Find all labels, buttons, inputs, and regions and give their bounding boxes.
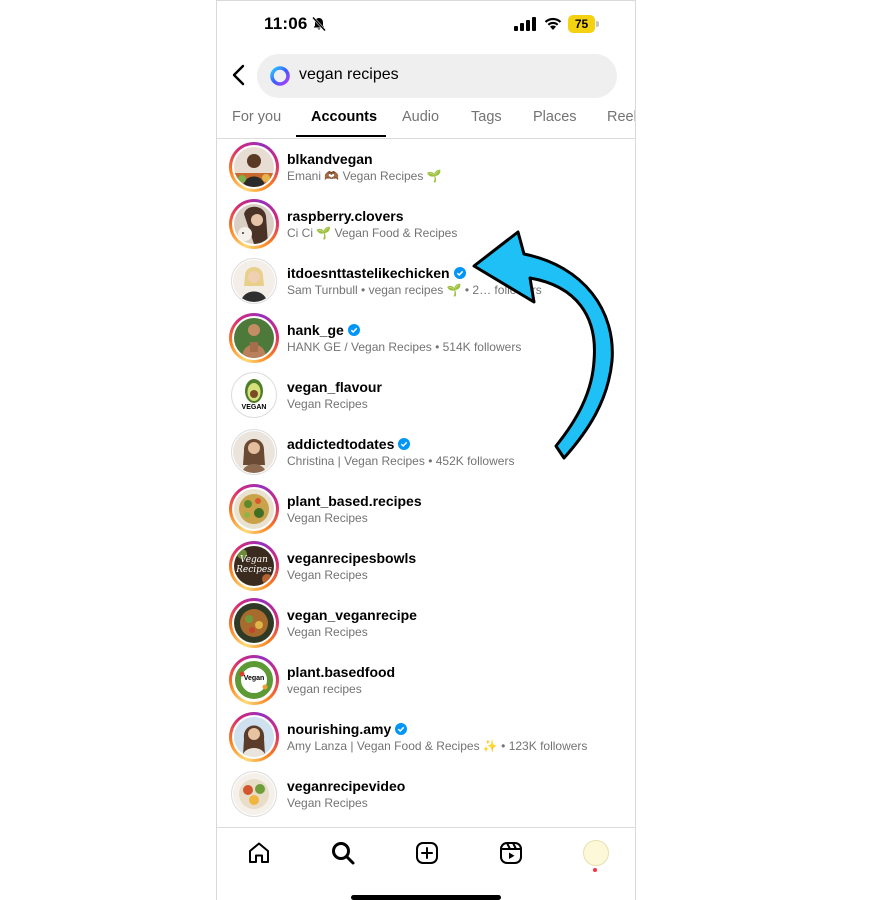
avatar[interactable]: VEGAN [233, 374, 275, 416]
home-icon[interactable] [246, 840, 272, 866]
account-subtitle: Vegan Recipes [287, 511, 368, 525]
avatar[interactable] [234, 489, 274, 529]
meta-ai-icon [270, 66, 290, 86]
avatar[interactable] [233, 260, 275, 302]
account-username: hank_ge [287, 322, 360, 338]
account-username: itdoesnttastelikechicken [287, 265, 466, 281]
account-subtitle: Amy Lanza | Vegan Food & Recipes ✨ • 123… [287, 739, 588, 753]
reels-icon[interactable] [498, 840, 524, 866]
battery-indicator: 75 [568, 15, 600, 33]
account-username: addictedtodates [287, 436, 411, 452]
story-ring [229, 484, 279, 534]
avatar[interactable] [234, 318, 274, 358]
avatar[interactable] [234, 603, 274, 643]
search-icon[interactable] [330, 840, 356, 866]
battery-level: 75 [568, 15, 595, 33]
account-username: plant_based.recipes [287, 493, 422, 509]
account-subtitle: vegan recipes [287, 682, 362, 696]
account-username: veganrecipevideo [287, 778, 406, 794]
avatar[interactable] [234, 147, 274, 187]
status-time: 11:06 [264, 14, 308, 33]
tab-reels[interactable]: Reel [607, 109, 635, 125]
account-row-plant-based-recipes[interactable]: plant_based.recipes Vegan Recipes [217, 481, 635, 538]
avatar-frame [229, 427, 279, 477]
account-username: blkandvegan [287, 151, 373, 167]
story-ring: Vegan Recipes [229, 541, 279, 591]
story-ring: Vegan [229, 655, 279, 705]
account-row-blkandvegan[interactable]: blkandvegan Emani 🫶🏾 Vegan Recipes 🌱 [217, 139, 635, 196]
active-tab-indicator [296, 135, 386, 137]
verified-badge-icon [395, 723, 408, 735]
verified-badge-icon [453, 267, 466, 279]
create-icon[interactable] [414, 840, 440, 866]
search-input[interactable]: vegan recipes [257, 54, 617, 98]
curved-arrow-annotation [472, 230, 614, 460]
account-row-nourishing-amy[interactable]: nourishing.amy Amy Lanza | Vegan Food & … [217, 709, 635, 766]
home-indicator [351, 895, 501, 900]
avatar[interactable]: Vegan [234, 660, 274, 700]
story-ring [229, 199, 279, 249]
back-arrow-icon[interactable] [229, 64, 249, 86]
tab-audio[interactable]: Audio [402, 109, 439, 125]
avatar-logo-text: Vegan [243, 675, 265, 682]
account-username: plant.basedfood [287, 664, 396, 680]
avatar[interactable]: Vegan Recipes [234, 546, 274, 586]
tab-tags[interactable]: Tags [471, 109, 502, 125]
account-row-veganrecipevideo[interactable]: veganrecipevideo Vegan Recipes [217, 766, 635, 823]
avatar[interactable] [233, 773, 275, 815]
notification-dot [593, 868, 597, 872]
story-ring [229, 313, 279, 363]
wifi-icon [544, 17, 562, 30]
story-ring [229, 712, 279, 762]
battery-cap [596, 21, 599, 27]
account-subtitle: Ci Ci 🌱 Vegan Food & Recipes [287, 226, 458, 240]
verified-badge-icon [398, 438, 411, 450]
tab-for-you[interactable]: For you [232, 109, 281, 125]
avatar-frame [229, 256, 279, 306]
muted-bell-icon [312, 16, 326, 32]
account-row-plant-basedfood[interactable]: Vegan plant.basedfood vegan recipes [217, 652, 635, 709]
cellular-signal-icon [514, 17, 536, 31]
search-query[interactable]: vegan recipes [299, 66, 399, 84]
avatar-frame: VEGAN [229, 370, 279, 420]
account-subtitle: Vegan Recipes [287, 397, 368, 411]
account-subtitle: Vegan Recipes [287, 625, 368, 639]
avatar-logo-text: VEGAN [241, 404, 267, 411]
account-username: nourishing.amy [287, 721, 408, 737]
tab-places[interactable]: Places [533, 109, 577, 125]
account-username: vegan_veganrecipe [287, 607, 417, 623]
avatar[interactable] [233, 431, 275, 473]
profile-avatar[interactable] [583, 840, 609, 866]
account-subtitle: Vegan Recipes [287, 796, 368, 810]
account-subtitle: Vegan Recipes [287, 568, 368, 582]
story-ring [229, 142, 279, 192]
tab-accounts[interactable]: Accounts [311, 109, 377, 125]
status-bar: 11:06 75 [217, 1, 635, 49]
account-username: veganrecipesbowls [287, 550, 417, 566]
search-tabs: For you Accounts Audio Tags Places Reel [217, 101, 635, 139]
avatar[interactable] [234, 717, 274, 757]
bottom-navigation [217, 827, 635, 878]
account-row-veganrecipesbowls[interactable]: Vegan Recipes veganrecipesbowls Vegan Re… [217, 538, 635, 595]
verified-badge-icon [347, 324, 360, 336]
avatar[interactable] [234, 204, 274, 244]
story-ring [229, 598, 279, 648]
avatar-frame [229, 769, 279, 819]
account-username: vegan_flavour [287, 379, 382, 395]
account-row-vegan-veganrecipe[interactable]: vegan_veganrecipe Vegan Recipes [217, 595, 635, 652]
account-username: raspberry.clovers [287, 208, 404, 224]
avatar-logo-text: Vegan Recipes [236, 555, 272, 575]
account-subtitle: Emani 🫶🏾 Vegan Recipes 🌱 [287, 169, 442, 183]
